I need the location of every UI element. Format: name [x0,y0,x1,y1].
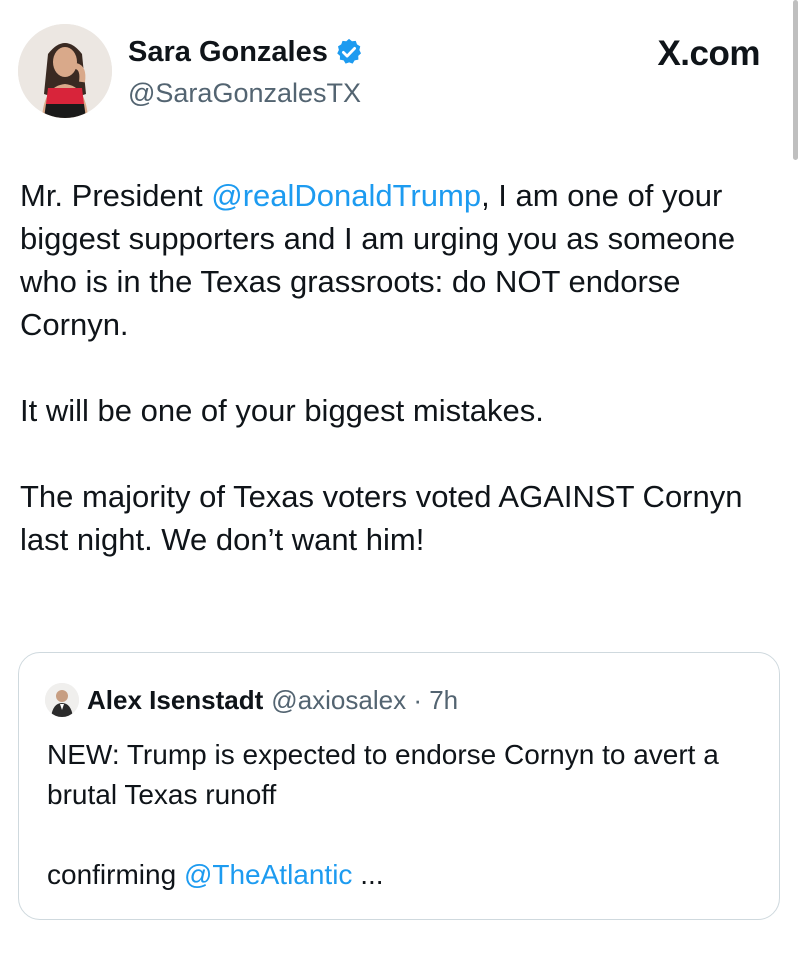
truncation-ellipsis: ... [352,859,384,890]
tweet-paragraph-3: The majority of Texas voters voted AGAIN… [20,479,743,557]
quoted-tweet-text: NEW: Trump is expected to endorse Cornyn… [47,735,767,895]
quoted-timestamp[interactable]: 7h [429,685,458,715]
tweet-text-segment: Mr. President [20,178,212,213]
x-logo-brand: X.com [657,34,760,73]
verified-badge-icon [337,38,361,64]
quoted-paragraph-2: confirming @TheAtlantic ... [47,855,767,895]
mention-link[interactable]: @realDonaldTrump [211,178,481,213]
quoted-handle-text[interactable]: @axiosalex [271,685,406,715]
quoted-author-avatar[interactable] [45,683,79,717]
profile-avatar[interactable] [18,24,112,118]
display-name[interactable]: Sara Gonzales [128,34,364,70]
mention-link[interactable]: @TheAtlantic [184,859,353,890]
tweet-text: Mr. President @realDonaldTrump, I am one… [20,174,790,561]
quoted-author-name[interactable]: Alex Isenstadt [87,684,263,716]
display-name-text: Sara Gonzales [128,36,328,68]
dot-separator: · [406,685,430,715]
tweet-paragraph-2: It will be one of your biggest mistakes. [20,393,544,428]
user-handle[interactable]: @SaraGonzalesTX [128,76,361,110]
quoted-tweet-card[interactable]: Alex Isenstadt @axiosalex · 7h NEW: Trum… [18,652,780,920]
quoted-avatar-image [45,683,79,717]
quoted-tweet-header: Alex Isenstadt @axiosalex · 7h [45,683,458,717]
avatar-image [18,24,112,118]
quoted-text-segment: confirming [47,859,184,890]
quoted-author-handle: @axiosalex · 7h [271,684,458,716]
tweet-paragraph-1: Mr. President @realDonaldTrump, I am one… [20,174,790,346]
quoted-paragraph-1: NEW: Trump is expected to endorse Cornyn… [47,739,719,810]
scrollbar[interactable] [793,0,798,160]
